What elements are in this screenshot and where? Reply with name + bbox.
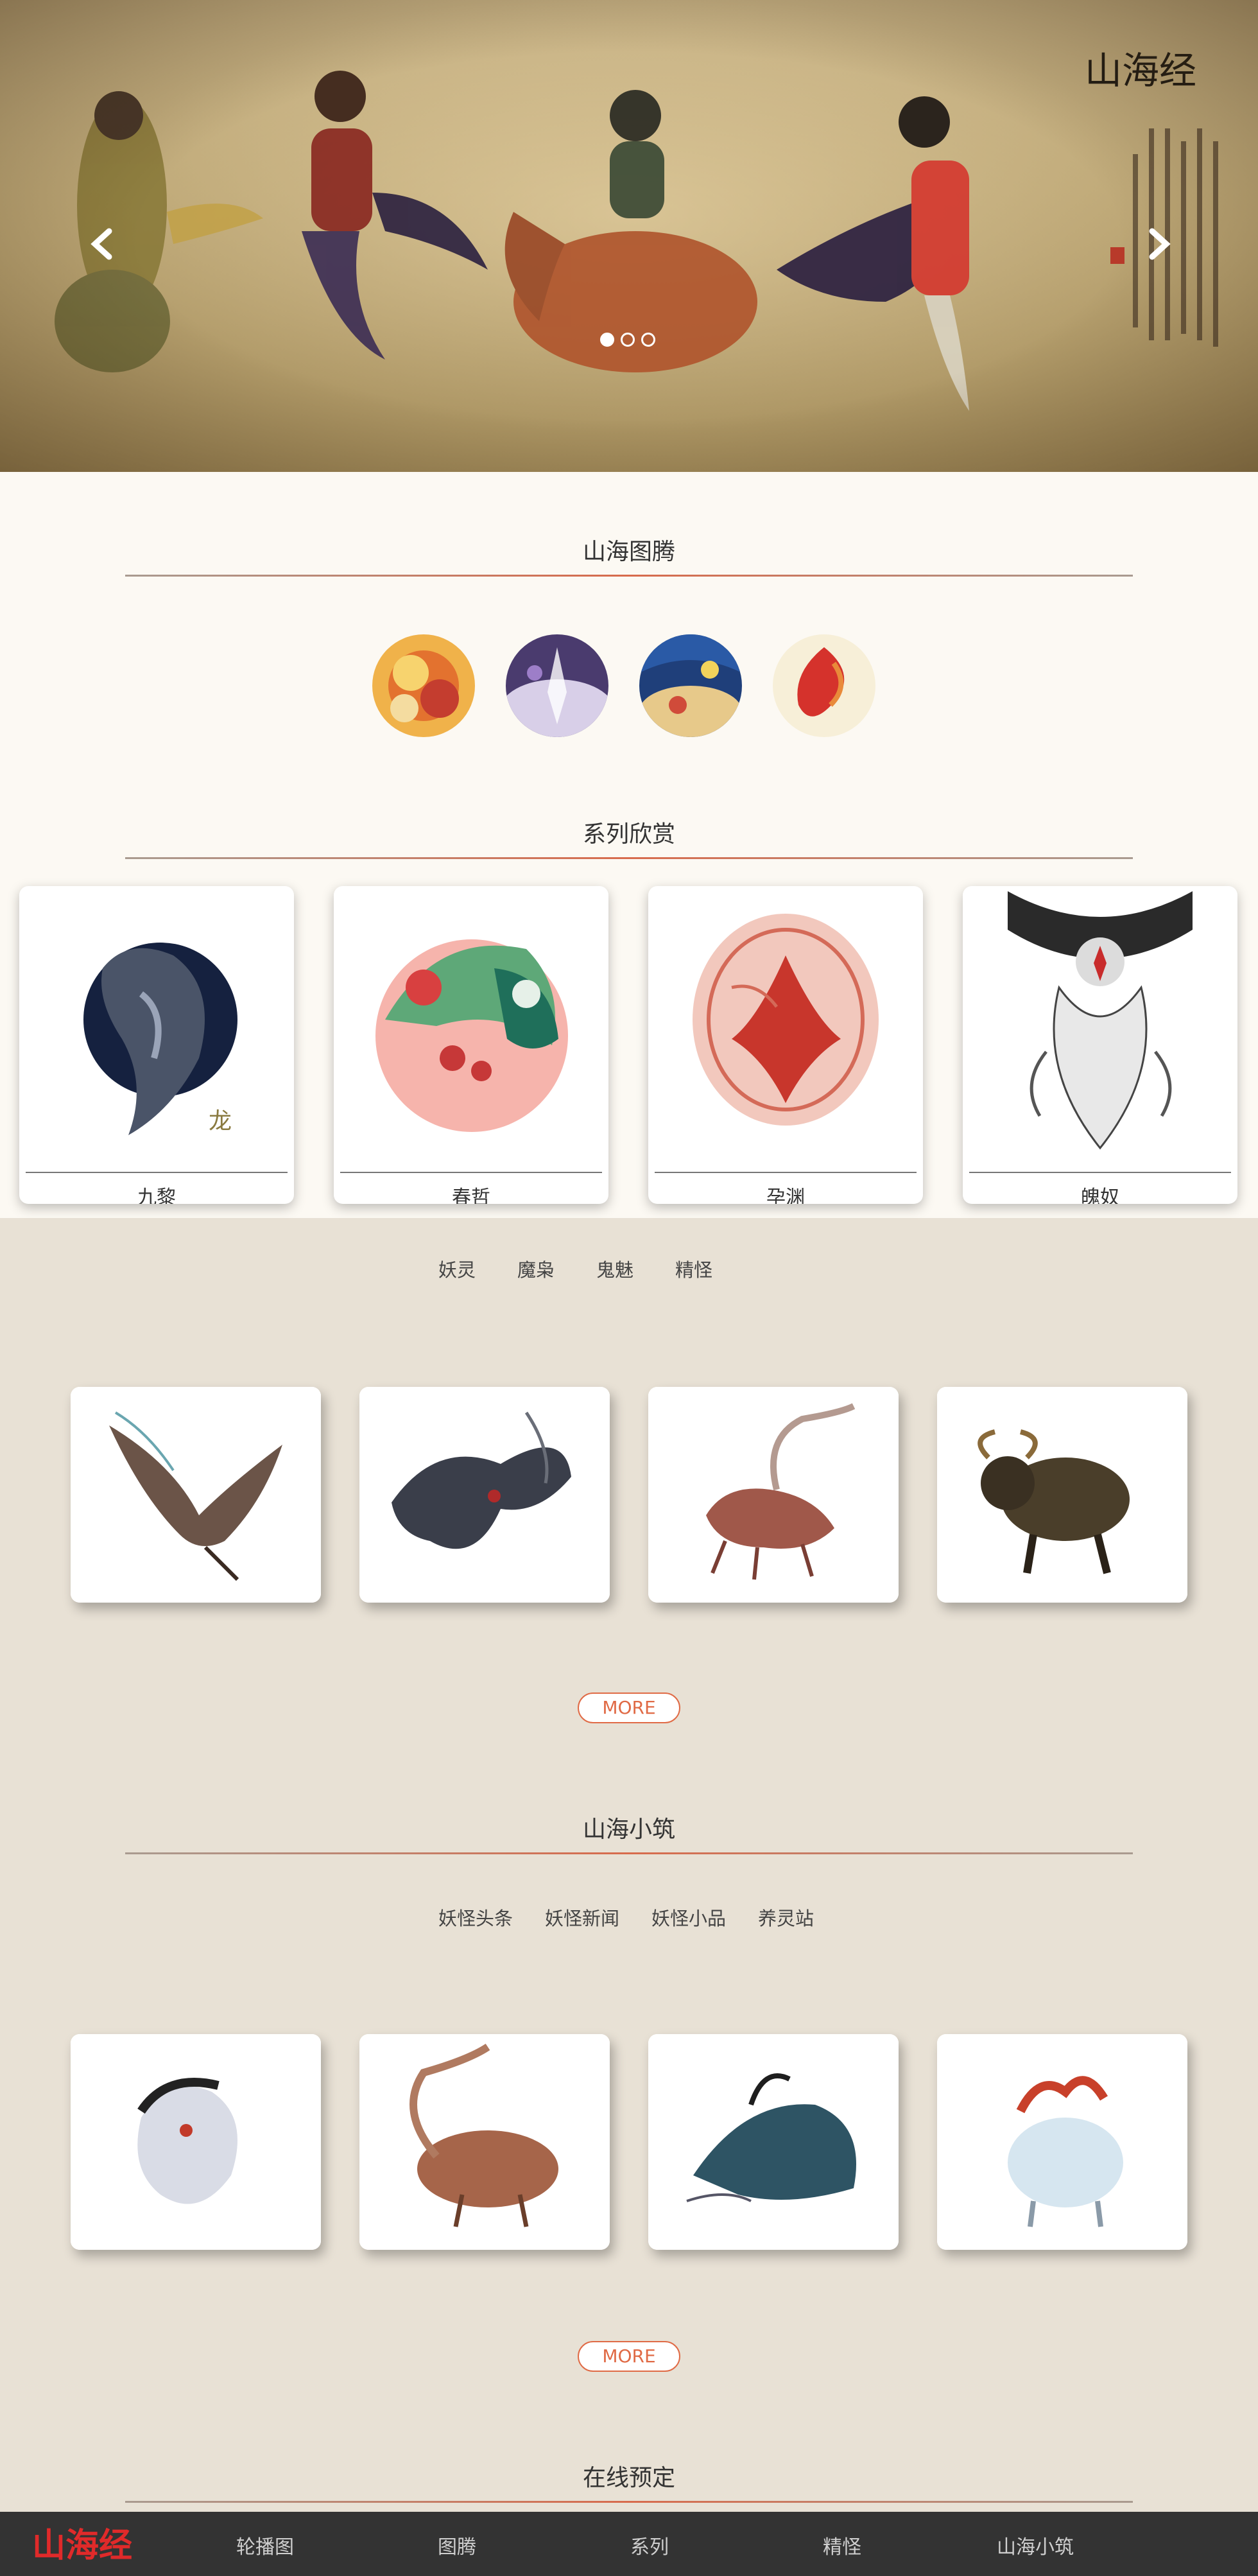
cottage-tile-2[interactable] xyxy=(359,2034,610,2250)
bottom-nav: 山海经 轮播图 图腾 系列 精怪 山海小筑 xyxy=(0,2512,1258,2576)
section-title-cottage: 山海小筑 xyxy=(582,1816,675,1843)
tab-monster-3[interactable]: 鬼魅 xyxy=(596,1255,633,1282)
monsters-more-button[interactable]: MORE xyxy=(578,1693,680,1723)
nav-item-totem[interactable]: 图腾 xyxy=(438,2531,476,2559)
section-divider xyxy=(125,575,1133,577)
monster-tile-1[interactable] xyxy=(71,1387,321,1603)
card-divider xyxy=(26,1172,288,1173)
totem-image xyxy=(372,634,475,737)
series-card-2[interactable]: 春哲 xyxy=(334,886,608,1204)
monster-image xyxy=(937,1387,1187,1603)
cottage-image xyxy=(937,2034,1187,2250)
tab-monster-2[interactable]: 魔枭 xyxy=(517,1255,555,1282)
tab-monster-4[interactable]: 精怪 xyxy=(675,1255,712,1282)
cottage-tabs: 妖怪头条 妖怪新闻 妖怪小品 养灵站 xyxy=(438,1904,846,1931)
section-title-totem: 山海图腾 xyxy=(582,539,675,565)
carousel-prev-arrow[interactable] xyxy=(83,225,122,263)
section-divider xyxy=(125,1852,1133,1854)
carousel-dot[interactable] xyxy=(621,333,635,347)
nav-item-monsters[interactable]: 精怪 xyxy=(823,2531,861,2559)
tab-cottage-3[interactable]: 妖怪小品 xyxy=(651,1904,726,1931)
tab-cottage-1[interactable]: 妖怪头条 xyxy=(438,1904,513,1931)
totem-image xyxy=(506,634,608,737)
tab-cottage-4[interactable]: 养灵站 xyxy=(758,1904,814,1931)
nav-item-carousel[interactable]: 轮播图 xyxy=(236,2531,294,2559)
card-divider xyxy=(340,1172,602,1173)
hero-calligraphy: 山海经 xyxy=(1085,49,1196,92)
series-card-4[interactable]: 魄奴 xyxy=(963,886,1237,1204)
chevron-left-icon xyxy=(90,228,112,260)
cottage-image xyxy=(359,2034,610,2250)
series-image xyxy=(340,891,602,1167)
hero-illustration: 山海经 xyxy=(55,49,1218,411)
carousel-dot[interactable] xyxy=(641,333,655,347)
cottage-tile-4[interactable] xyxy=(937,2034,1187,2250)
tab-monster-1[interactable]: 妖灵 xyxy=(438,1255,476,1282)
cottage-image xyxy=(71,2034,321,2250)
section-title-series: 系列欣赏 xyxy=(582,821,675,848)
series-card-label: 魄奴 xyxy=(1081,1187,1119,1204)
section-divider xyxy=(125,2501,1133,2503)
nav-item-series[interactable]: 系列 xyxy=(630,2531,669,2559)
tab-cottage-2[interactable]: 妖怪新闻 xyxy=(545,1904,619,1931)
series-card-3[interactable]: 孕渊 xyxy=(648,886,923,1204)
monster-tile-4[interactable] xyxy=(937,1387,1187,1603)
signature: 龙 xyxy=(209,1108,232,1135)
cottage-more-button[interactable]: MORE xyxy=(578,2341,680,2372)
chevron-right-icon xyxy=(1149,228,1171,260)
monster-tile-2[interactable] xyxy=(359,1387,610,1603)
series-image xyxy=(655,891,917,1167)
section-divider xyxy=(125,857,1133,859)
monster-tile-3[interactable] xyxy=(648,1387,899,1603)
totem-image xyxy=(773,634,875,737)
series-image: 龙 xyxy=(26,891,288,1167)
series-card-label: 孕渊 xyxy=(766,1187,805,1204)
section-title-booking: 在线预定 xyxy=(582,2465,675,2491)
series-card-1[interactable]: 龙 九黎 xyxy=(19,886,294,1204)
monster-image xyxy=(71,1387,321,1603)
totem-circle-4[interactable] xyxy=(773,634,875,737)
nav-item-cottage[interactable]: 山海小筑 xyxy=(997,2531,1074,2559)
card-divider xyxy=(969,1172,1231,1173)
hero-carousel[interactable]: 山海经 xyxy=(0,0,1258,472)
carousel-next-arrow[interactable] xyxy=(1139,225,1178,263)
cottage-tile-1[interactable] xyxy=(71,2034,321,2250)
series-card-label: 九黎 xyxy=(137,1187,176,1204)
series-card-label: 春哲 xyxy=(452,1187,490,1204)
carousel-indicators xyxy=(600,333,655,347)
cottage-tile-3[interactable] xyxy=(648,2034,899,2250)
totem-circle-3[interactable] xyxy=(639,634,742,737)
series-image xyxy=(969,891,1231,1167)
cottage-image xyxy=(648,2034,899,2250)
logo[interactable]: 山海经 xyxy=(29,2518,138,2570)
monster-image xyxy=(359,1387,610,1603)
totem-image xyxy=(639,634,742,737)
monster-image xyxy=(648,1387,899,1603)
carousel-dot[interactable] xyxy=(600,333,614,347)
totem-circle-2[interactable] xyxy=(506,634,608,737)
totem-circle-1[interactable] xyxy=(372,634,475,737)
card-divider xyxy=(655,1172,917,1173)
svg-text:山海经: 山海经 xyxy=(32,2526,132,2565)
monster-tabs: 妖灵 魔枭 鬼魅 精怪 xyxy=(438,1255,745,1282)
